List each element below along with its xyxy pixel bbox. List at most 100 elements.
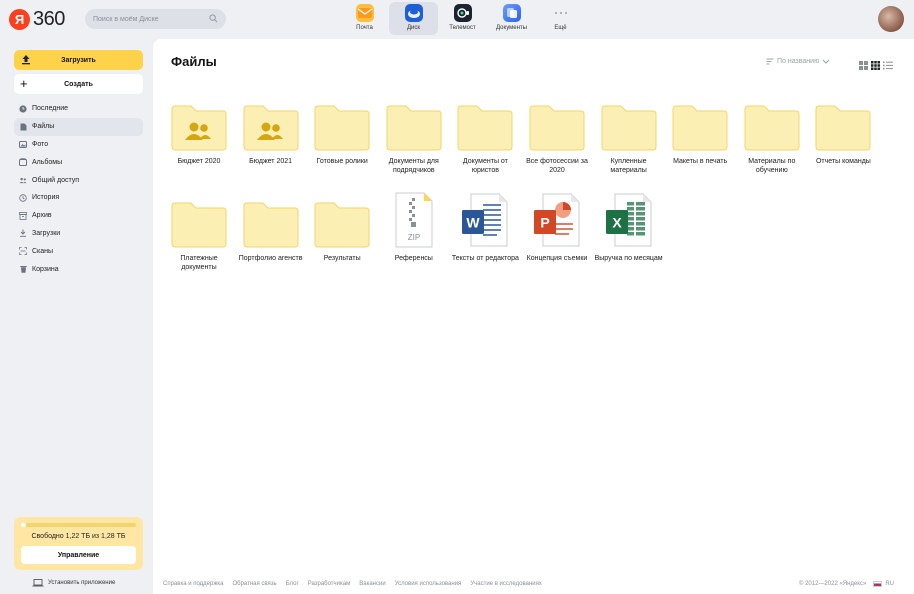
sidebar-item-label: Архив — [32, 212, 52, 220]
excel-file-icon: X — [593, 190, 665, 248]
search-input[interactable]: Поиск в моём Диске — [85, 9, 226, 29]
copyright: © 2012—2022 «Яндекс» RU — [799, 581, 894, 587]
upload-button[interactable]: Загрузить — [14, 50, 143, 70]
upload-icon — [22, 55, 30, 65]
plus-icon: + — [20, 76, 28, 91]
sidebar-item-trash[interactable]: Корзина — [14, 260, 143, 278]
app-label: Диск — [406, 25, 421, 31]
file-name: Макеты в печать — [673, 158, 728, 165]
file-name: Документы от юристов — [462, 158, 508, 174]
sort-dropdown[interactable]: По названию — [766, 58, 830, 65]
storage-widget: Свободно 1,22 ТБ из 1,28 ТБ Управление — [14, 517, 143, 570]
file-item[interactable]: X Выручка по месяцам — [593, 193, 665, 263]
folder-icon — [521, 99, 593, 151]
search-icon — [209, 14, 218, 23]
sidebar-item-archive[interactable]: Архив — [14, 207, 143, 225]
sidebar: Загрузить + Создать Последние Файлы Фото… — [0, 39, 153, 594]
footer-link[interactable]: Обратная связь — [232, 581, 276, 587]
footer-link[interactable]: Справка и поддержка — [163, 581, 223, 587]
apps-switcher: Почта Диск Телемост Документы Ещё — [340, 2, 585, 35]
file-item[interactable]: W Тексты от редактора — [449, 193, 521, 263]
search-placeholder: Поиск в моём Диске — [93, 15, 159, 23]
view-toggles — [856, 57, 893, 75]
folder-item[interactable]: Бюджет 2021 — [235, 99, 307, 166]
folder-icon — [736, 99, 808, 151]
folder-item[interactable]: Результаты — [306, 196, 378, 263]
language-switch[interactable]: RU — [885, 581, 894, 587]
sidebar-item-label: Альбомы — [32, 158, 63, 166]
telemost-icon — [453, 4, 472, 22]
more-icon — [552, 4, 570, 22]
sidebar-item-label: Файлы — [32, 123, 55, 131]
folder-item[interactable]: Платежные документы — [163, 196, 235, 272]
file-name: Отчеты команды — [815, 158, 871, 165]
folder-item[interactable]: Все фотосессии за 2020 — [521, 99, 593, 175]
list-view-icon[interactable] — [883, 57, 893, 75]
storage-progress-bar — [21, 523, 136, 527]
app-telemost[interactable]: Телемост — [438, 2, 487, 35]
large-tiles-view-icon[interactable] — [859, 57, 868, 75]
folder-icon — [378, 99, 450, 151]
photo-icon — [19, 140, 27, 148]
svg-text:ZIP: ZIP — [408, 233, 420, 242]
file-item[interactable]: ZIP Референсы — [378, 192, 450, 263]
footer-links: Справка и поддержка Обратная связь Блог … — [163, 581, 551, 587]
manage-storage-button[interactable]: Управление — [21, 546, 136, 564]
yandex-360-logo[interactable]: Я 360 — [9, 8, 65, 31]
folder-item[interactable]: Макеты в печать — [664, 99, 736, 166]
file-name: Бюджет 2021 — [249, 158, 293, 165]
folder-item[interactable]: Отчеты команды — [807, 99, 879, 166]
folder-item[interactable]: Бюджет 2020 — [163, 99, 235, 166]
sidebar-item-recent[interactable]: Последние — [14, 100, 143, 118]
footer-link[interactable]: Разработчикам — [308, 581, 351, 587]
user-avatar[interactable] — [878, 6, 904, 32]
folder-item[interactable]: Документы для подрядчиков — [378, 99, 450, 175]
file-item[interactable]: P Концепция съемки — [521, 193, 593, 263]
folder-icon — [449, 99, 521, 151]
mail-icon — [355, 4, 374, 22]
file-name: Платежные документы — [180, 255, 218, 271]
footer-link[interactable]: Блог — [286, 581, 299, 587]
storage-progress-fill — [21, 523, 27, 527]
sidebar-item-albums[interactable]: Альбомы — [14, 153, 143, 171]
app-mail[interactable]: Почта — [340, 2, 389, 35]
shared-folder-icon — [163, 99, 235, 151]
app-documents[interactable]: Документы — [487, 2, 536, 35]
file-name: Документы для подрядчиков — [388, 158, 439, 174]
footer-link[interactable]: Участие в исследованиях — [470, 581, 542, 587]
shared-folder-icon — [235, 99, 307, 151]
install-app-link[interactable]: Установить приложение — [32, 579, 115, 587]
shared-icon — [19, 176, 27, 184]
folder-item[interactable]: Готовые ролики — [306, 99, 378, 166]
app-label: Телемост — [449, 25, 476, 31]
footer-link[interactable]: Условия использования — [395, 581, 462, 587]
create-button[interactable]: + Создать — [14, 74, 143, 94]
folder-item[interactable]: Купленные материалы — [593, 99, 665, 175]
sidebar-item-shared[interactable]: Общий доступ — [14, 171, 143, 189]
file-name: Купленные материалы — [610, 158, 647, 174]
folder-item[interactable]: Материалы по обучению — [736, 99, 808, 175]
copyright-text: © 2012—2022 «Яндекс» — [799, 581, 867, 587]
app-disk[interactable]: Диск — [389, 2, 438, 35]
sidebar-item-photo[interactable]: Фото — [14, 136, 143, 154]
sidebar-item-downloads[interactable]: Загрузки — [14, 225, 143, 243]
powerpoint-file-icon: P — [521, 190, 593, 248]
footer-link[interactable]: Вакансии — [359, 581, 385, 587]
create-label: Создать — [64, 80, 93, 88]
storage-text: Свободно 1,22 ТБ из 1,28 ТБ — [31, 533, 126, 540]
page-title: Файлы — [171, 54, 217, 69]
sidebar-item-history[interactable]: История — [14, 189, 143, 207]
app-more[interactable]: Ещё — [536, 2, 585, 35]
sidebar-nav: Последние Файлы Фото Альбомы Общий досту… — [14, 100, 143, 278]
documents-icon — [502, 4, 521, 22]
folder-icon — [593, 99, 665, 151]
folder-item[interactable]: Портфолио агенств — [235, 196, 307, 263]
upload-label: Загрузить — [61, 56, 96, 64]
folder-item[interactable]: Документы от юристов — [449, 99, 521, 175]
file-name: Результаты — [323, 255, 361, 262]
small-tiles-view-icon[interactable] — [871, 57, 880, 75]
sidebar-item-scans[interactable]: Сканы — [14, 242, 143, 260]
sidebar-item-label: История — [32, 194, 60, 202]
sidebar-item-files[interactable]: Файлы — [14, 117, 143, 136]
clock-icon — [19, 105, 27, 113]
